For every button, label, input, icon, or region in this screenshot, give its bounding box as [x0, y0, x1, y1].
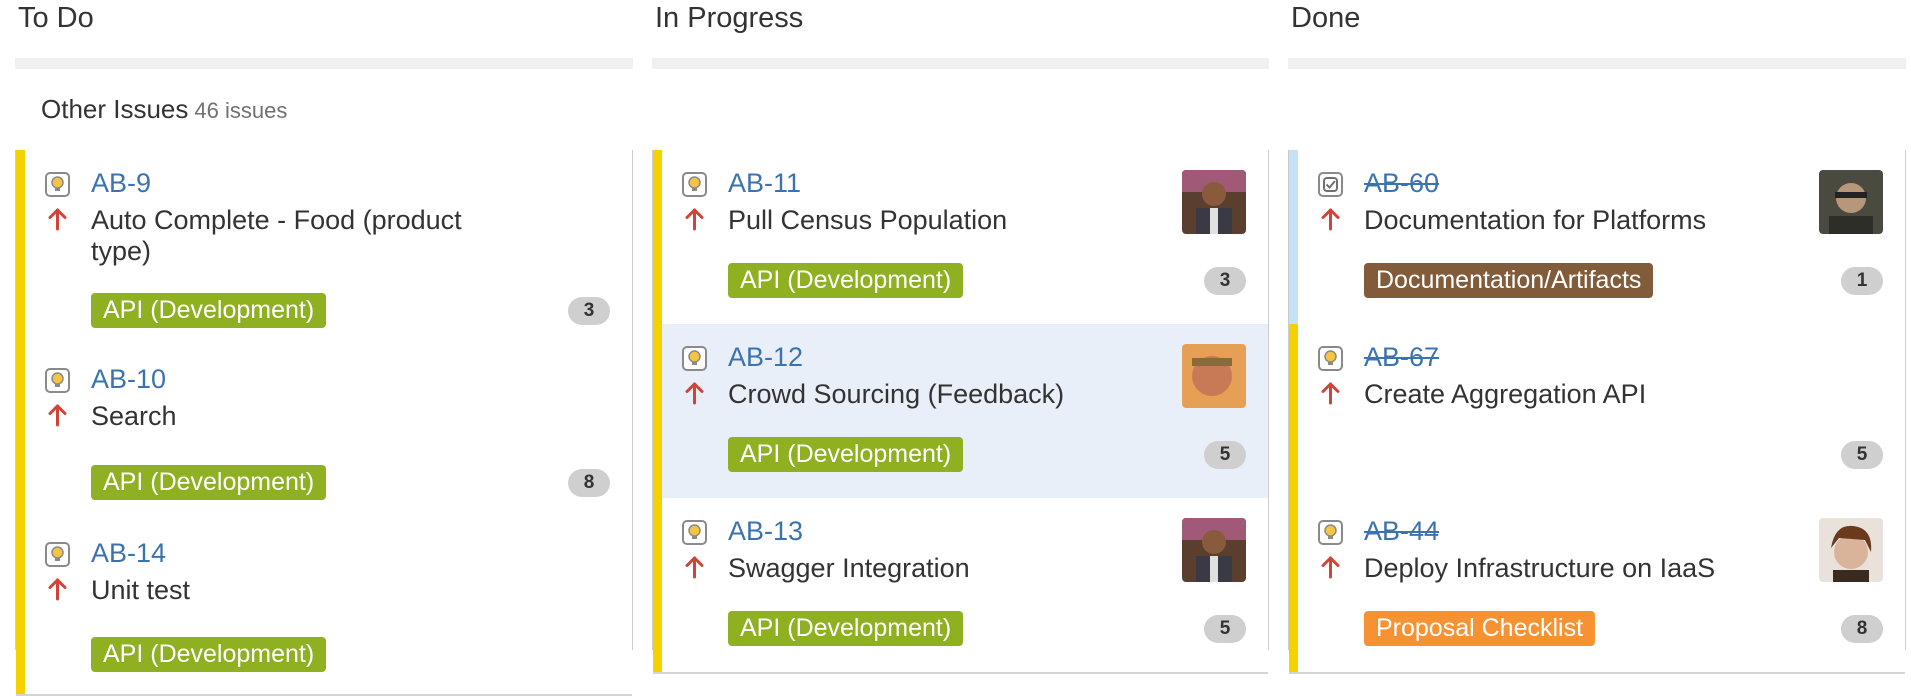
epic-label[interactable]: API (Development) [91, 465, 327, 500]
column-title: In Progress [655, 2, 804, 34]
issue-summary: Unit test [91, 575, 191, 605]
card-flag-stripe [16, 520, 25, 694]
column-header-done: Done [1288, 0, 1906, 70]
issue-summary: Pull Census Population [728, 205, 1008, 235]
swimlane-title: Other Issues [41, 94, 189, 124]
issue-key-link[interactable]: AB-67 [1364, 342, 1439, 373]
story-points-badge: 3 [568, 297, 610, 325]
idea-icon [45, 368, 70, 393]
column-header-in-progress: In Progress [652, 0, 1269, 70]
card-flag-stripe [16, 346, 25, 520]
story-points-badge: 5 [1204, 615, 1246, 643]
priority-high-icon [45, 207, 70, 232]
idea-icon [682, 172, 707, 197]
column-todo: AB-9 Auto Complete - Food (product type)… [15, 150, 633, 696]
priority-high-icon [45, 577, 70, 602]
issue-summary: Crowd Sourcing (Feedback) [728, 379, 1065, 409]
column-header-bar [652, 58, 1269, 69]
idea-icon [1318, 520, 1343, 545]
issue-card[interactable]: AB-44 Deploy Infrastructure on IaaS Prop… [1289, 498, 1905, 674]
issue-card-selected[interactable]: AB-12 Crowd Sourcing (Feedback) API (Dev… [653, 324, 1268, 500]
assignee-avatar[interactable] [1182, 344, 1246, 408]
priority-high-icon [1318, 207, 1343, 232]
epic-label[interactable]: API (Development) [728, 263, 964, 298]
issue-card[interactable]: AB-60 Documentation for Platforms Docume… [1289, 150, 1905, 326]
assignee-avatar[interactable] [1819, 518, 1883, 582]
card-flag-stripe [653, 498, 662, 672]
issue-card[interactable]: AB-9 Auto Complete - Food (product type)… [16, 150, 632, 348]
issue-key-link[interactable]: AB-13 [728, 516, 803, 547]
task-icon [1318, 172, 1343, 197]
idea-icon [45, 172, 70, 197]
assignee-avatar[interactable] [1182, 170, 1246, 234]
priority-high-icon [682, 207, 707, 232]
story-points-badge: 8 [1841, 615, 1883, 643]
priority-high-icon [682, 381, 707, 406]
column-title: Done [1291, 2, 1361, 34]
issue-key-link[interactable]: AB-44 [1364, 516, 1439, 547]
epic-label[interactable]: API (Development) [728, 611, 964, 646]
issue-key-link[interactable]: AB-9 [91, 168, 151, 199]
card-flag-stripe [653, 150, 662, 324]
issue-card[interactable]: AB-14 Unit test API (Development) [16, 520, 632, 696]
issue-summary: Swagger Integration [728, 553, 970, 583]
column-header-bar [1288, 58, 1906, 69]
idea-icon [45, 542, 70, 567]
epic-label[interactable]: API (Development) [728, 437, 964, 472]
column-header-bar [15, 58, 633, 69]
idea-icon [682, 346, 707, 371]
story-points-badge: 8 [568, 469, 610, 497]
story-points-badge: 5 [1841, 441, 1883, 469]
story-points-badge: 5 [1204, 441, 1246, 469]
swimlane-header[interactable]: Other Issues 46 issues [41, 94, 287, 125]
epic-label[interactable]: API (Development) [91, 637, 327, 672]
story-points-badge: 1 [1841, 267, 1883, 295]
issue-card[interactable]: AB-13 Swagger Integration API (Developme… [653, 498, 1268, 674]
swimlane-issue-count: 46 issues [194, 98, 288, 123]
column-header-todo: To Do [15, 0, 633, 70]
issue-key-link[interactable]: AB-14 [91, 538, 166, 569]
issue-summary: Documentation for Platforms [1364, 205, 1707, 235]
epic-label[interactable]: Proposal Checklist [1364, 611, 1596, 646]
card-flag-stripe [1289, 324, 1298, 498]
epic-label[interactable]: Documentation/Artifacts [1364, 263, 1654, 298]
card-flag-stripe [16, 150, 25, 346]
priority-high-icon [1318, 381, 1343, 406]
issue-summary: Auto Complete - Food (product type) [91, 205, 462, 266]
issue-key-link[interactable]: AB-60 [1364, 168, 1439, 199]
issue-summary: Deploy Infrastructure on IaaS [1364, 553, 1716, 583]
idea-icon [1318, 346, 1343, 371]
idea-icon [682, 520, 707, 545]
assignee-avatar[interactable] [1182, 518, 1246, 582]
epic-label[interactable]: API (Development) [91, 293, 327, 328]
column-in-progress: AB-11 Pull Census Population API (Develo… [652, 150, 1269, 674]
issue-card[interactable]: AB-10 Search API (Development) 8 [16, 346, 632, 522]
issue-key-link[interactable]: AB-10 [91, 364, 166, 395]
column-title: To Do [18, 2, 94, 34]
card-flag-stripe [1289, 150, 1298, 324]
issue-summary: Create Aggregation API [1364, 379, 1647, 409]
card-flag-stripe [1289, 498, 1298, 672]
issue-key-link[interactable]: AB-11 [728, 168, 801, 199]
issue-key-link[interactable]: AB-12 [728, 342, 803, 373]
column-done: AB-60 Documentation for Platforms Docume… [1288, 150, 1906, 674]
issue-summary: Search [91, 401, 177, 431]
story-points-badge: 3 [1204, 267, 1246, 295]
issue-card[interactable]: AB-67 Create Aggregation API 5 [1289, 324, 1905, 500]
card-flag-stripe [653, 324, 662, 498]
assignee-avatar[interactable] [1819, 170, 1883, 234]
priority-high-icon [1318, 555, 1343, 580]
priority-high-icon [682, 555, 707, 580]
issue-card[interactable]: AB-11 Pull Census Population API (Develo… [653, 150, 1268, 326]
priority-high-icon [45, 403, 70, 428]
